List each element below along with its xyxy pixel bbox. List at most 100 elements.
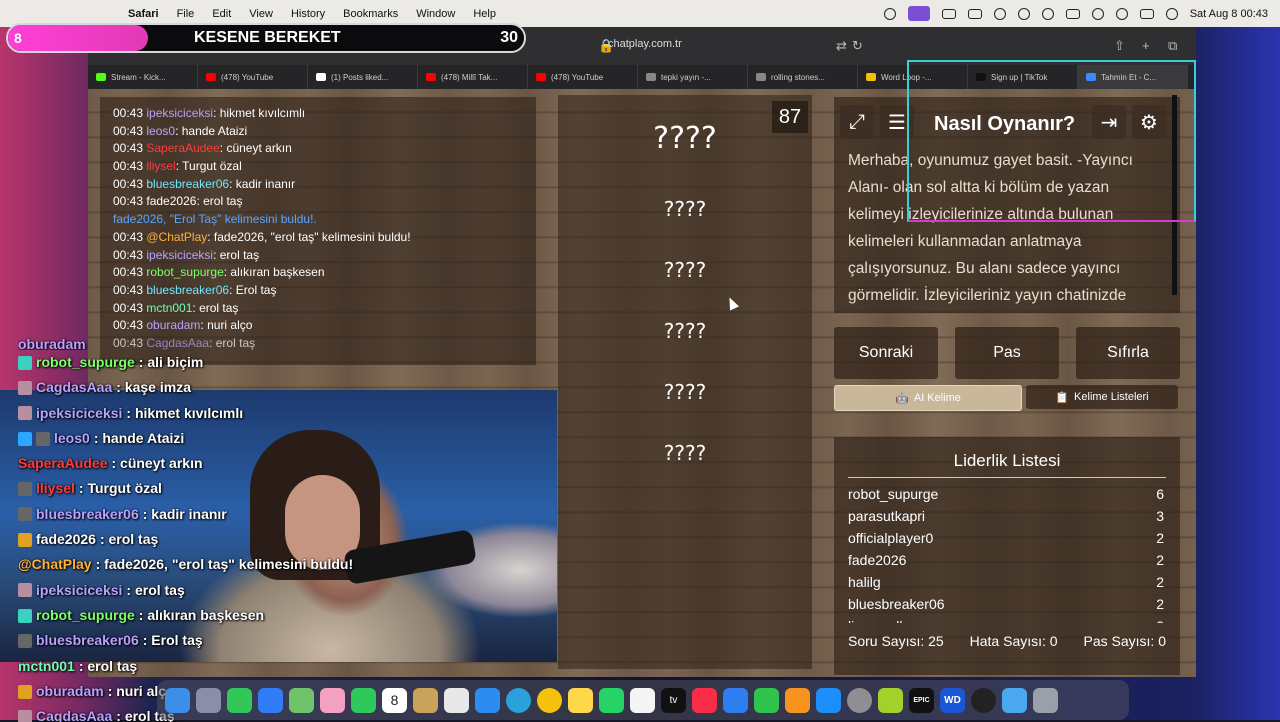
notes-icon[interactable] (413, 687, 438, 713)
battery-icon[interactable] (1065, 8, 1080, 19)
clock[interactable]: Sat Aug 8 00:43 (1190, 8, 1268, 20)
tab-label: (478) YouTube (551, 72, 604, 82)
photos-icon[interactable] (320, 687, 345, 713)
reminders-icon[interactable] (444, 687, 469, 713)
chat-user: fade2026 (146, 194, 197, 209)
menu-bookmarks[interactable]: Bookmarks (343, 8, 398, 20)
launchpad-icon[interactable] (196, 687, 221, 713)
mail-icon[interactable] (258, 687, 283, 713)
overlay-chat-line: lliysel : Turgut özal (18, 476, 558, 501)
search-icon[interactable] (1115, 7, 1128, 20)
bluetooth-icon[interactable] (1017, 7, 1030, 20)
tab-overview-icon[interactable]: ⧉ (1168, 38, 1177, 54)
overlay-chat-line: mctn001 : erol taş (18, 654, 558, 679)
overlay-user: ipeksiciceksi (36, 404, 123, 421)
folder-icon[interactable] (1002, 687, 1027, 713)
chrome-icon[interactable] (537, 687, 562, 713)
next-button[interactable]: Sonraki (834, 327, 938, 379)
chat-msg: : fade2026, "erol taş" kelimesini buldu! (207, 229, 411, 244)
menu-help[interactable]: Help (473, 8, 496, 20)
keynote-icon[interactable] (723, 687, 748, 713)
whatsapp-icon[interactable] (599, 687, 624, 713)
tab-label: (1) Posts liked... (331, 72, 389, 82)
tab-kick[interactable]: Stream - Kick... (88, 65, 198, 89)
menu-edit[interactable]: Edit (212, 8, 231, 20)
chat-user: oburadam (146, 318, 201, 333)
chat-system-line: fade2026, "Erol Taş" kelimesini buldu!. (113, 212, 317, 227)
hidden-main-word: ???? (653, 121, 717, 156)
menu-file[interactable]: File (177, 8, 195, 20)
overlay-user: @ChatPlay (18, 556, 92, 573)
keyboard-icon[interactable] (967, 8, 982, 19)
chat-line: 00:43 fade2026: erol taş (113, 193, 536, 211)
chat-user: leos0 (146, 123, 176, 138)
tab-google-2[interactable]: rolling stones... (748, 65, 858, 89)
player-name: fade2026 (848, 552, 907, 568)
new-tab-icon[interactable]: + (1142, 38, 1150, 53)
siri-icon[interactable] (1165, 7, 1178, 20)
control-center-icon[interactable] (1139, 8, 1154, 19)
telegram-icon[interactable] (506, 687, 531, 713)
screen-mirror-icon[interactable] (907, 6, 930, 21)
player-score: 2 (1156, 615, 1164, 623)
calendar-icon[interactable]: 8 (382, 687, 407, 713)
reload-icon[interactable]: ↻ (852, 38, 863, 54)
freeform-icon[interactable] (630, 687, 655, 713)
play-icon[interactable] (1041, 7, 1054, 20)
facetime-icon[interactable] (351, 687, 376, 713)
vpn-icon[interactable] (878, 687, 903, 713)
word-lists-button[interactable]: 📋 Kelime Listeleri (1026, 385, 1178, 409)
overlay-chat-line: bluesbreaker06 : Erol taş (18, 628, 558, 653)
tab-x[interactable]: (1) Posts liked... (308, 65, 418, 89)
menu-view[interactable]: View (249, 8, 273, 20)
settings-icon[interactable] (847, 687, 872, 713)
google-icon (646, 73, 656, 81)
messages-icon[interactable] (227, 687, 252, 713)
fullscreen-icon[interactable]: ⤢ (840, 105, 874, 139)
cloud-icon[interactable] (993, 7, 1006, 20)
menu-history[interactable]: History (291, 8, 325, 20)
overlay-chat-line: ipeksiciceksi : erol taş (18, 578, 558, 603)
pass-button[interactable]: Pas (955, 327, 1059, 379)
translate-icon[interactable]: ⇄ (836, 38, 847, 54)
address-bar[interactable]: chatplay.com.tr (608, 38, 682, 50)
finder-icon[interactable] (165, 687, 190, 713)
wifi-icon[interactable] (1091, 7, 1104, 20)
menubar-app-name[interactable]: Safari (128, 8, 159, 20)
ai-word-button[interactable]: 🤖 AI Kelime (834, 385, 1022, 411)
stream-overlay-frame (907, 60, 1196, 222)
obs-icon[interactable] (971, 687, 996, 713)
hidden-words-panel: 87 ???? ???? ???? ???? ???? ???? (558, 95, 812, 669)
leaderboard-row: limoncellopreseco 2 (848, 615, 1164, 623)
tab-youtube-2[interactable]: (478) Millî Tak... (418, 65, 528, 89)
reset-button[interactable]: Sıfırla (1076, 327, 1180, 379)
appletv-icon[interactable]: tv (661, 687, 686, 713)
menu-window[interactable]: Window (416, 8, 455, 20)
chat-time: 00:43 (113, 123, 144, 138)
overlay-chat-line: ipeksiciceksi : hikmet kıvılcımlı (18, 401, 558, 426)
sub-badge-icon (18, 507, 32, 522)
player-score: 2 (1156, 530, 1164, 546)
level-number: 8 (14, 30, 22, 46)
overlay-chat-line: bluesbreaker06 : kadir inanır (18, 502, 558, 527)
music-icon[interactable] (692, 687, 717, 713)
safari-icon[interactable] (475, 687, 500, 713)
tab-youtube-3[interactable]: (478) YouTube (528, 65, 638, 89)
grid-icon[interactable] (941, 8, 956, 19)
player-name: robot_supurge (848, 486, 939, 502)
appstore-icon[interactable] (816, 687, 841, 713)
epic-games-icon[interactable]: EPIC (909, 687, 934, 713)
maps-icon[interactable] (289, 687, 314, 713)
pages-icon[interactable] (785, 687, 810, 713)
share-icon[interactable]: ⇧ (1114, 38, 1125, 54)
avatar-icon (18, 380, 32, 395)
tab-google-1[interactable]: tepki yayın -... (638, 65, 748, 89)
wd-icon[interactable]: WD (940, 687, 965, 713)
chat-time: 00:43 (113, 141, 144, 156)
numbers-icon[interactable] (754, 687, 779, 713)
trash-icon[interactable] (1033, 687, 1058, 713)
overlay-chat-line: SaperaAudee : cüneyt arkın (18, 451, 558, 476)
tab-youtube-1[interactable]: (478) YouTube (198, 65, 308, 89)
notes-yellow-icon[interactable] (568, 687, 593, 713)
status-app-icon[interactable] (883, 7, 896, 20)
